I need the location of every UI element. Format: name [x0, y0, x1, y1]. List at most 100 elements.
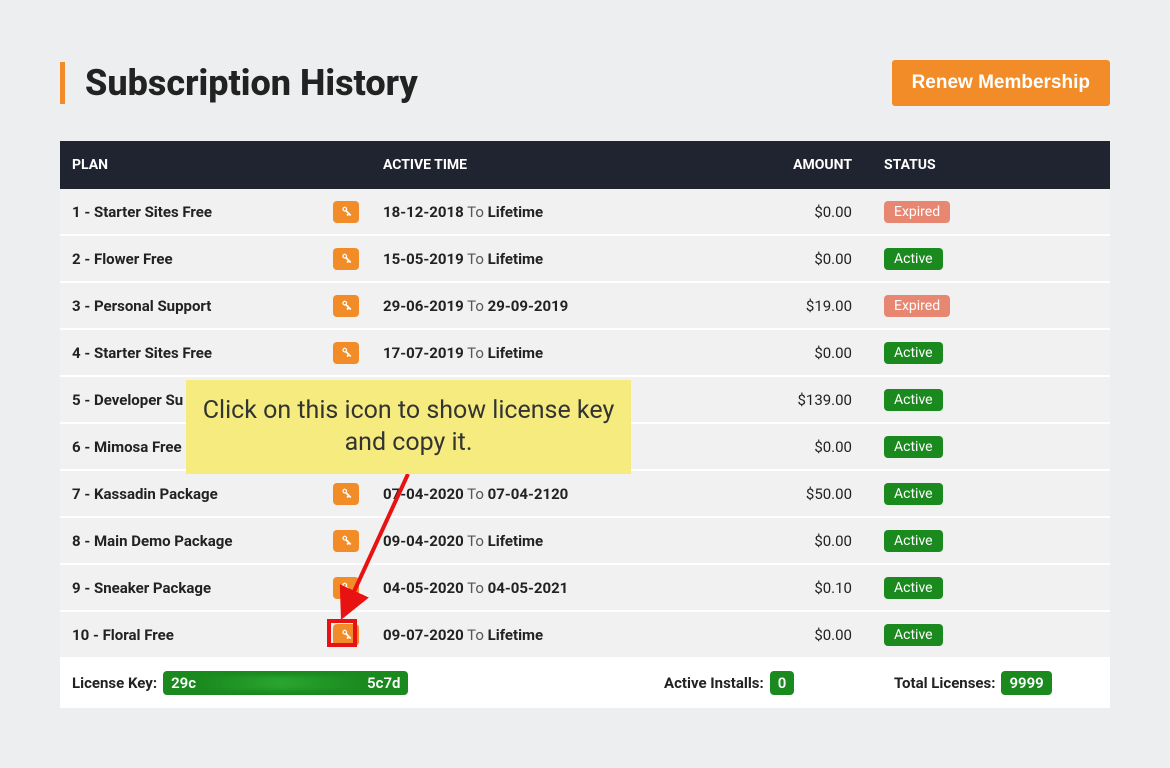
plan-cell: 9 - Sneaker Package	[60, 577, 371, 599]
plan-name: 8 - Main Demo Package	[72, 532, 232, 550]
status-cell: Active	[864, 577, 1109, 599]
license-key-footer: License Key: 29c 5c7d	[72, 671, 664, 695]
column-header-active-time: ACTIVE TIME	[371, 157, 656, 173]
table-row: 9 - Sneaker Package04-05-2020 To 04-05-2…	[60, 565, 1110, 612]
to-separator: To	[464, 297, 488, 315]
to-separator: To	[464, 485, 488, 503]
end-date: Lifetime	[488, 203, 544, 221]
active-time-cell: 29-06-2019 To 29-09-2019	[371, 297, 656, 315]
active-time-cell: 15-05-2019 To Lifetime	[371, 250, 656, 268]
start-date: 29-06-2019	[383, 297, 464, 315]
start-date: 15-05-2019	[383, 250, 464, 268]
end-date: 29-09-2019	[488, 297, 569, 315]
page-title-wrapper: Subscription History	[60, 62, 418, 104]
license-key-redacted	[199, 676, 364, 690]
column-header-amount: AMOUNT	[656, 157, 864, 173]
start-date: 18-12-2018	[383, 203, 464, 221]
license-key-label: License Key:	[72, 674, 157, 692]
status-cell: Active	[864, 483, 1109, 505]
status-cell: Active	[864, 389, 1109, 411]
amount-cell: $19.00	[656, 297, 864, 315]
plan-name: 3 - Personal Support	[72, 297, 211, 315]
table-row: 4 - Starter Sites Free 17-07-2019 To Life…	[60, 330, 1110, 377]
status-cell: Active	[864, 342, 1109, 364]
to-separator: To	[464, 203, 488, 221]
end-date: Lifetime	[488, 626, 544, 644]
page-title: Subscription History	[85, 62, 418, 104]
total-licenses-label: Total Licenses:	[894, 674, 995, 692]
amount-cell: $139.00	[656, 391, 864, 409]
table-header-row: PLAN ACTIVE TIME AMOUNT STATUS	[60, 141, 1110, 189]
end-date: 04-05-2021	[488, 579, 569, 597]
amount-cell: $0.00	[656, 626, 864, 644]
license-key-icon[interactable]	[333, 295, 359, 317]
status-badge: Active	[884, 530, 943, 552]
amount-cell: $0.00	[656, 250, 864, 268]
to-separator: To	[464, 626, 488, 644]
plan-cell: 7 - Kassadin Package	[60, 483, 371, 505]
status-badge: Active	[884, 577, 943, 599]
table-row: 2 - Flower Free15-05-2019 To Lifetime$0.…	[60, 236, 1110, 283]
status-cell: Active	[864, 436, 1109, 458]
end-date: 07-04-2120	[488, 485, 569, 503]
plan-cell: 3 - Personal Support	[60, 295, 371, 317]
plan-name: 7 - Kassadin Package	[72, 485, 218, 503]
column-header-status: STATUS	[864, 157, 1109, 173]
total-licenses-value: 9999	[1001, 671, 1051, 695]
plan-name: 5 - Developer Su	[72, 391, 183, 409]
table-row: 1 - Starter Sites Free 18-12-2018 To Life…	[60, 189, 1110, 236]
amount-cell: $50.00	[656, 485, 864, 503]
active-installs-value: 0	[770, 671, 795, 695]
amount-cell: $0.00	[656, 203, 864, 221]
status-cell: Active	[864, 530, 1109, 552]
status-badge: Expired	[884, 201, 950, 223]
plan-name: 9 - Sneaker Package	[72, 579, 211, 597]
plan-name: 2 - Flower Free	[72, 250, 173, 268]
status-cell: Expired	[864, 295, 1109, 317]
table-row: 10 - Floral Free09-07-2020 To Lifetime$0…	[60, 612, 1110, 659]
total-licenses-footer: Total Licenses: 9999	[894, 671, 1098, 695]
plan-name: 4 - Starter Sites Free	[72, 344, 212, 362]
status-badge: Active	[884, 483, 943, 505]
amount-cell: $0.00	[656, 532, 864, 550]
table-row: 3 - Personal Support 29-06-2019 To 29-09-…	[60, 283, 1110, 330]
status-badge: Active	[884, 624, 943, 646]
active-time-cell: 17-07-2019 To Lifetime	[371, 344, 656, 362]
plan-cell: 4 - Starter Sites Free	[60, 342, 371, 364]
table-footer: License Key: 29c 5c7d Active Installs: 0…	[60, 659, 1110, 703]
status-cell: Active	[864, 248, 1109, 270]
status-badge: Active	[884, 389, 943, 411]
status-badge: Expired	[884, 295, 950, 317]
status-cell: Expired	[864, 201, 1109, 223]
license-key-value: 29c 5c7d	[163, 671, 408, 695]
table-row: 8 - Main Demo Package09-04-2020 To Lifet…	[60, 518, 1110, 565]
annotation-tooltip: Click on this icon to show license key a…	[186, 380, 631, 474]
plan-cell: 2 - Flower Free	[60, 248, 371, 270]
status-badge: Active	[884, 436, 943, 458]
column-header-plan: PLAN	[60, 157, 371, 173]
status-badge: Active	[884, 248, 943, 270]
status-cell: Active	[864, 624, 1109, 646]
plan-name: 1 - Starter Sites Free	[72, 203, 212, 221]
plan-name: 6 - Mimosa Free	[72, 438, 182, 456]
to-separator: To	[464, 250, 488, 268]
annotation-arrow	[328, 474, 428, 634]
end-date: Lifetime	[488, 250, 544, 268]
plan-cell: 8 - Main Demo Package	[60, 530, 371, 552]
to-separator: To	[464, 344, 488, 362]
amount-cell: $0.10	[656, 579, 864, 597]
to-separator: To	[464, 579, 488, 597]
status-badge: Active	[884, 342, 943, 364]
license-key-icon[interactable]	[333, 342, 359, 364]
end-date: Lifetime	[488, 344, 544, 362]
to-separator: To	[464, 532, 488, 550]
active-time-cell: 18-12-2018 To Lifetime	[371, 203, 656, 221]
end-date: Lifetime	[488, 532, 544, 550]
plan-name: 10 - Floral Free	[72, 626, 174, 644]
active-installs-footer: Active Installs: 0	[664, 671, 894, 695]
start-date: 17-07-2019	[383, 344, 464, 362]
license-key-icon[interactable]	[333, 248, 359, 270]
table-row: 7 - Kassadin Package07-04-2020 To 07-04-…	[60, 471, 1110, 518]
renew-membership-button[interactable]: Renew Membership	[892, 60, 1110, 106]
license-key-icon[interactable]	[333, 201, 359, 223]
